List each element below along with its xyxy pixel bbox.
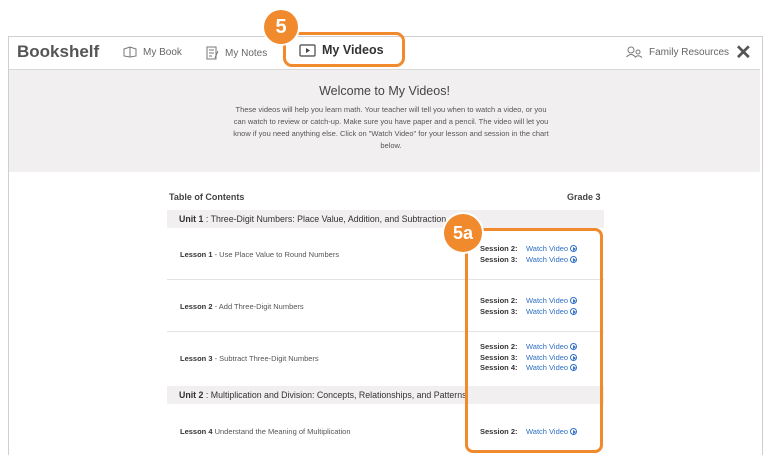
nav-my-notes-label: My Notes <box>225 47 268 59</box>
welcome-banner: Welcome to My Videos! These videos will … <box>9 70 760 172</box>
lesson-name: Lesson 2 - Add Three-Digit Numbers <box>180 302 304 311</box>
unit-title: : Three-Digit Numbers: Place Value, Addi… <box>203 214 447 224</box>
bookshelf-title: Bookshelf <box>17 42 100 61</box>
welcome-text: These videos will help you learn math. Y… <box>233 105 549 150</box>
lesson-name: Lesson 3 - Subtract Three-Digit Numbers <box>180 354 319 363</box>
callout-highlight-my-videos <box>283 32 405 67</box>
callout-badge-5: 5 <box>264 10 298 44</box>
callout-badge-5a: 5a <box>444 214 482 252</box>
unit-label: Unit 1 <box>179 214 204 224</box>
nav-my-notes[interactable]: My Notes <box>206 46 267 60</box>
nav-my-book[interactable]: My Book <box>123 46 182 58</box>
family-icon <box>626 46 643 58</box>
unit-label: Unit 2 <box>179 390 204 400</box>
book-icon <box>123 46 137 58</box>
nav-family-resources-label: Family Resources <box>649 46 730 58</box>
lesson-name: Lesson 1 - Use Place Value to Round Numb… <box>180 250 340 259</box>
close-icon[interactable]: ✕ <box>735 40 752 65</box>
notes-icon <box>206 46 219 60</box>
grade-label: Grade 3 <box>567 192 601 202</box>
unit-title: : Multiplication and Division: Concepts,… <box>203 390 467 400</box>
unit-header: Unit 1 : Three-Digit Numbers: Place Valu… <box>167 210 604 228</box>
lesson-name: Lesson 4 Understand the Meaning of Multi… <box>180 427 351 436</box>
table-of-contents-heading: Table of Contents <box>169 192 245 202</box>
nav-family-resources[interactable]: Family Resources <box>626 46 729 58</box>
callout-highlight-sessions <box>465 228 603 453</box>
welcome-title: Welcome to My Videos! <box>319 84 450 98</box>
nav-my-book-label: My Book <box>143 46 182 58</box>
